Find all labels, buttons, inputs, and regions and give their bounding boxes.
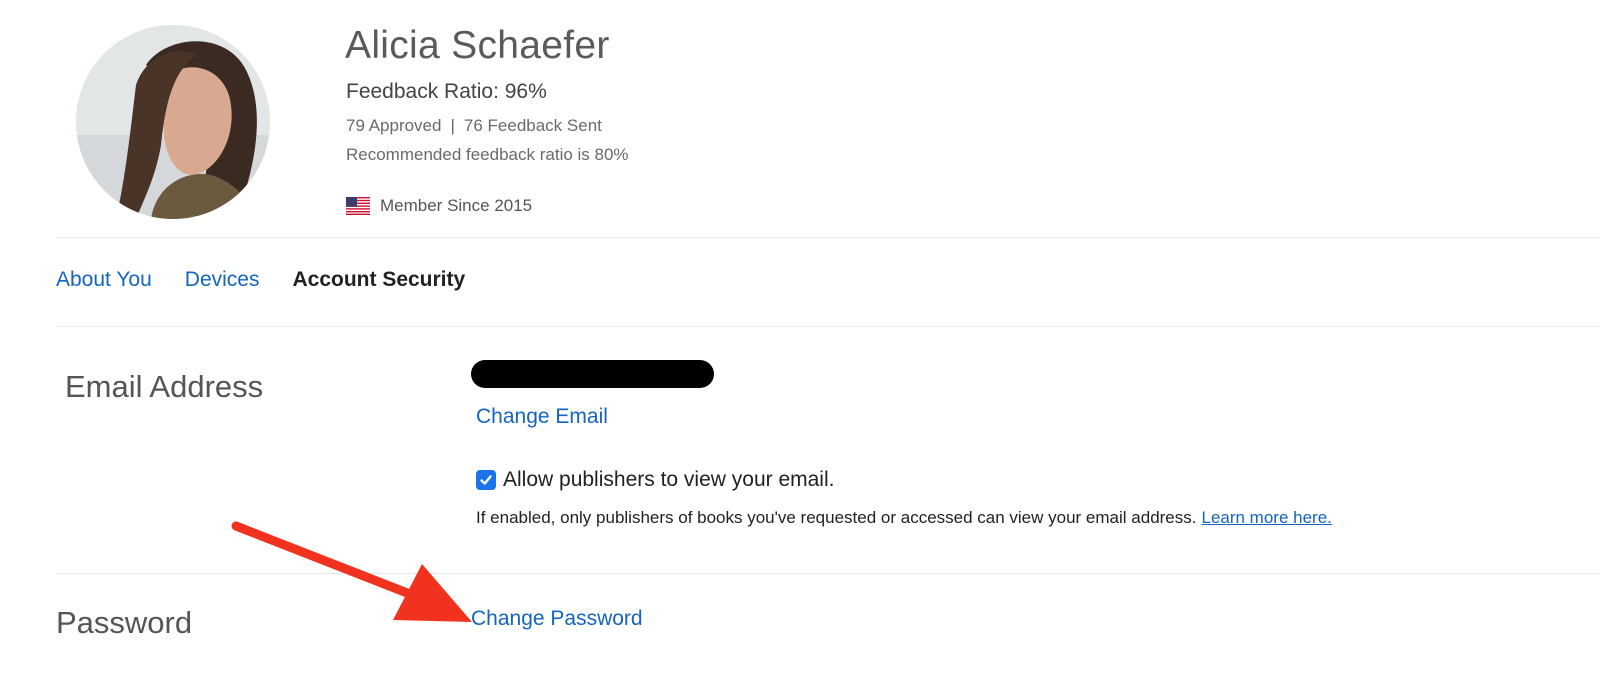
member-since: Member Since 2015 [346,196,532,216]
allow-publishers-checkbox[interactable] [476,470,496,490]
email-visibility-text: If enabled, only publishers of books you… [476,508,1197,527]
redacted-email [471,360,714,388]
header-divider [56,237,1600,238]
allow-publishers-label: Allow publishers to view your email. [503,468,835,491]
avatar-photo [76,25,270,219]
change-password-link[interactable]: Change Password [471,607,643,631]
checkmark-icon [480,475,492,485]
member-since-text: Member Since 2015 [380,196,533,215]
stats-separator: | [450,116,455,135]
profile-name: Alicia Schaefer [345,24,610,67]
allow-publishers-option: Allow publishers to view your email. [476,468,834,492]
feedback-ratio: Feedback Ratio: 96% [346,80,547,103]
annotation-arrow-icon [231,521,472,622]
tabs-divider [56,326,1600,327]
us-flag-icon [346,197,370,215]
feedback-stats: 79 Approved | 76 Feedback Sent [346,116,602,136]
recommended-ratio-note: Recommended feedback ratio is 80% [346,145,629,164]
tab-about-you[interactable]: About You [56,268,152,292]
feedback-sent-count: 76 Feedback Sent [463,116,602,135]
learn-more-link[interactable]: Learn more here. [1201,508,1331,527]
profile-avatar [76,25,270,219]
profile-tabs: About You Devices Account Security [56,268,498,292]
approved-count: 79 Approved [346,116,442,135]
tab-devices[interactable]: Devices [185,268,260,292]
email-address-label: Email Address [65,369,264,404]
email-visibility-info: If enabled, only publishers of books you… [476,508,1332,528]
change-email-link[interactable]: Change Email [476,405,608,429]
password-label: Password [56,605,193,640]
tab-account-security[interactable]: Account Security [292,268,465,292]
